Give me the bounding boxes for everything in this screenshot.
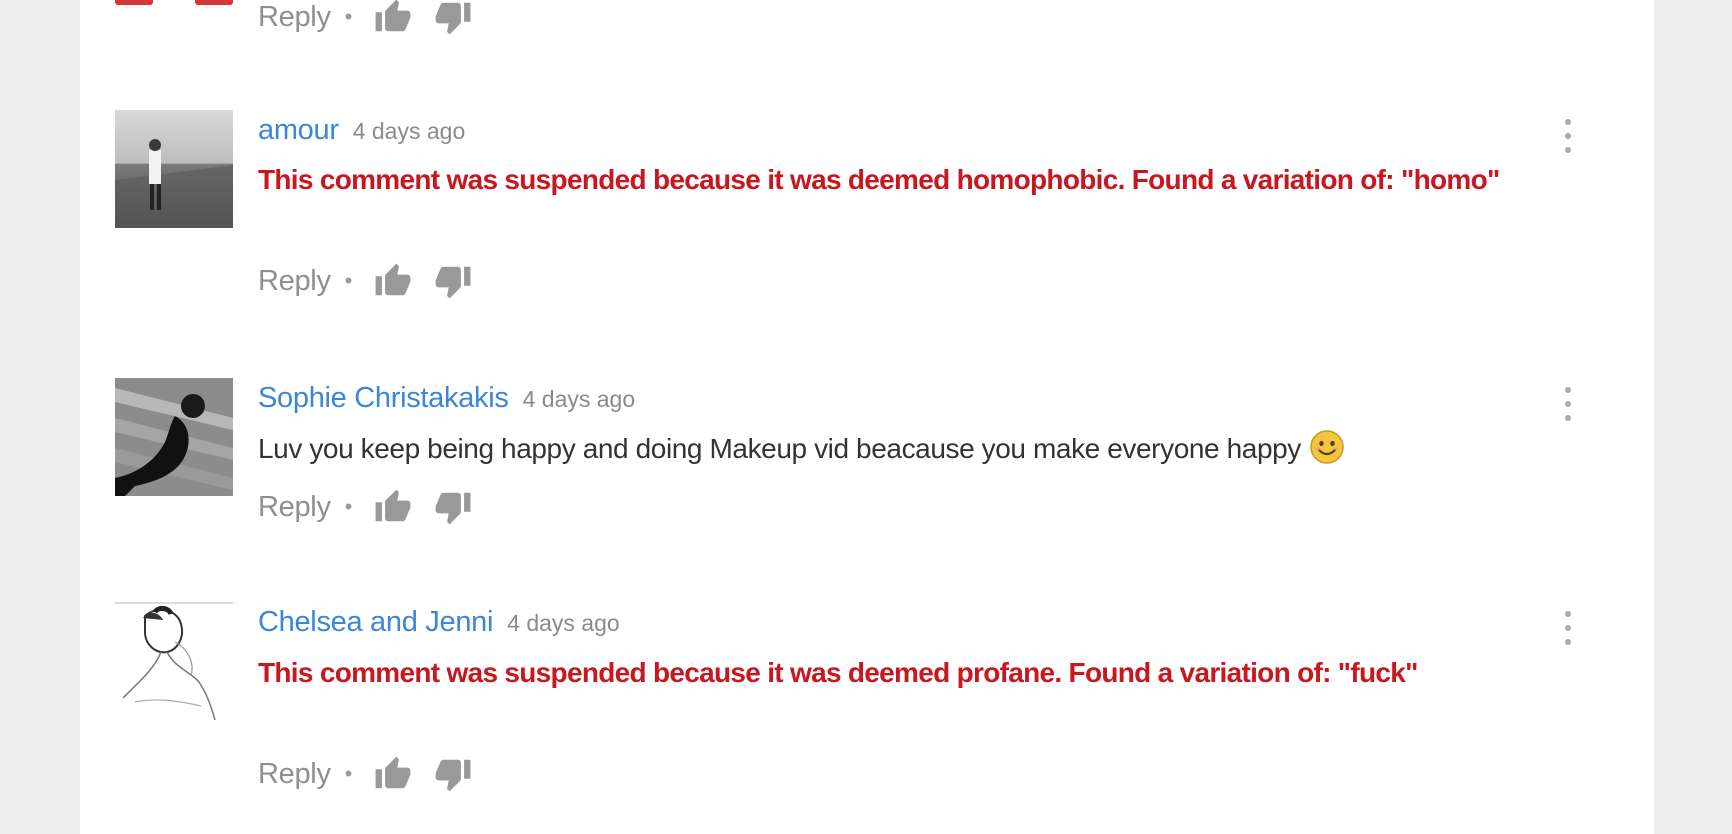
thumbs-down-icon[interactable]: [434, 755, 472, 793]
thumbs-up-icon[interactable]: [374, 262, 412, 300]
comment-actions: Reply •: [258, 262, 494, 300]
comment-author[interactable]: Chelsea and Jenni: [258, 606, 493, 639]
thumbs-up-icon[interactable]: [374, 0, 412, 36]
reply-button[interactable]: Reply: [258, 265, 331, 298]
thumbs-down-icon[interactable]: [434, 262, 472, 300]
comment-timestamp[interactable]: 4 days ago: [507, 610, 620, 637]
kebab-menu-icon[interactable]: [1561, 116, 1575, 156]
avatar[interactable]: [115, 378, 233, 496]
avatar[interactable]: [115, 110, 233, 228]
separator-dot: •: [344, 268, 353, 293]
kebab-menu-icon[interactable]: [1561, 608, 1575, 648]
comment-text: Luv you keep being happy and doing Makeu…: [258, 433, 1301, 464]
reply-button[interactable]: Reply: [258, 491, 331, 524]
comment-text: This comment was suspended because it wa…: [258, 164, 1500, 195]
thumbs-up-icon[interactable]: [374, 755, 412, 793]
separator-dot: •: [344, 761, 353, 786]
comment-actions: Reply •: [258, 755, 494, 793]
reply-button[interactable]: Reply: [258, 1, 331, 34]
thumbs-down-icon[interactable]: [434, 0, 472, 36]
separator-dot: •: [344, 4, 353, 29]
comment-text: This comment was suspended because it wa…: [258, 657, 1418, 688]
kebab-menu-icon[interactable]: [1561, 384, 1575, 424]
comment-timestamp[interactable]: 4 days ago: [353, 118, 466, 145]
previous-avatar-fragment: [115, 0, 233, 5]
thumbs-down-icon[interactable]: [434, 488, 472, 526]
comment-author[interactable]: Sophie Christakakis: [258, 382, 509, 415]
avatar[interactable]: [115, 602, 233, 720]
separator-dot: •: [344, 494, 353, 519]
smiling-face-emoji: [1309, 429, 1345, 465]
reply-button[interactable]: Reply: [258, 758, 331, 791]
thumbs-up-icon[interactable]: [374, 488, 412, 526]
previous-comment-actions: Reply •: [258, 0, 494, 36]
comment-text-container: Luv you keep being happy and doing Makeu…: [258, 428, 1558, 470]
comment-timestamp[interactable]: 4 days ago: [523, 386, 636, 413]
comment-author[interactable]: amour: [258, 114, 339, 147]
comment-actions: Reply •: [258, 488, 494, 526]
